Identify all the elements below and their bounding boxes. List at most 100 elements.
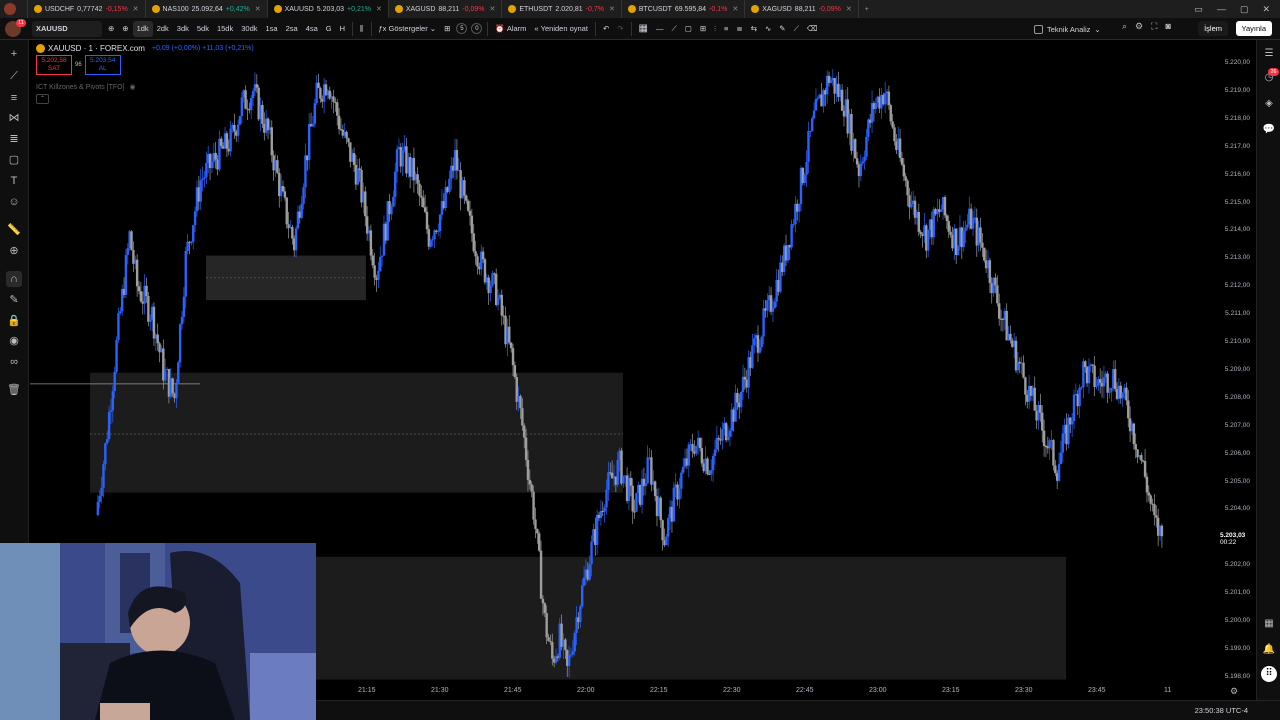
tab-xagusd[interactable]: XAGUSD 88,211 -0,09% ✕ <box>389 0 503 18</box>
chat-icon[interactable]: 💬 <box>1261 122 1277 138</box>
eye-icon[interactable]: ◉ <box>130 84 136 91</box>
tab-usdchf[interactable]: USDCHF 0,77742 -0,15% ✕ <box>28 0 146 18</box>
minimize-button[interactable]: — <box>1217 4 1226 14</box>
tab-xagusd[interactable]: XAGUSD 88,211 -0,09% ✕ <box>745 0 859 18</box>
fib-tool-icon[interactable]: ≡ <box>6 90 22 106</box>
candle-body <box>152 306 156 339</box>
maximize-button[interactable]: ▢ <box>1240 4 1249 15</box>
trend-line-icon[interactable]: ⟋ <box>668 18 681 40</box>
pitchfork-icon[interactable]: ≡ <box>720 18 732 40</box>
shapes-tool-icon[interactable]: ▢ <box>6 152 22 168</box>
interval-H[interactable]: H <box>336 18 349 40</box>
indicator-count-a[interactable]: 5 <box>456 23 468 34</box>
text-tool-icon[interactable]: T <box>6 173 22 189</box>
indicator-legend[interactable]: ICT Killzones & Pivots [TFO] ◉ <box>36 83 254 91</box>
candle-body <box>437 230 440 232</box>
layers-icon[interactable]: ◈ <box>1261 96 1277 112</box>
trash-icon[interactable]: 🗑 <box>6 382 22 398</box>
camera-icon[interactable]: ◙ <box>1165 21 1170 32</box>
undo-icon[interactable]: ↶ <box>599 18 613 40</box>
tab-btcusdt[interactable]: BTCUSDT 69.595,84 -0,1% ✕ <box>622 0 746 18</box>
forecast-tool-icon[interactable]: ≣ <box>6 131 22 147</box>
interval-5dk[interactable]: 5dk <box>193 18 213 40</box>
position-icon[interactable]: ⇆ <box>747 18 761 40</box>
close-tab-icon[interactable]: ✕ <box>376 5 382 13</box>
magnet-icon[interactable]: ∩ <box>6 271 22 287</box>
horizontal-line-icon[interactable]: — <box>652 18 668 40</box>
legend-title[interactable]: XAUUSD · 1 · FOREX.com <box>48 44 145 53</box>
close-tab-icon[interactable]: ✕ <box>609 5 615 13</box>
rectangle-icon[interactable]: ▢ <box>681 18 696 40</box>
compare-icon[interactable]: ⊕ <box>118 18 132 40</box>
interval-15dk[interactable]: 15dk <box>213 18 237 40</box>
eye-icon[interactable]: ◉ <box>6 333 22 349</box>
link-icon[interactable]: ∞ <box>6 354 22 370</box>
tech-analysis-toggle[interactable]: Teknik Analiz ⌄ <box>1034 18 1101 40</box>
redo-icon[interactable]: ↷ <box>613 18 627 40</box>
wave-icon[interactable]: ∿ <box>761 18 775 40</box>
fib-icon[interactable]: ≣ <box>732 18 746 40</box>
sell-button[interactable]: 5.202,58 SAT <box>36 55 72 75</box>
crosshair-icon[interactable]: + <box>6 46 22 62</box>
interval-1sa[interactable]: 1sa <box>262 18 282 40</box>
indicators-button[interactable]: ƒx Göstergeler ⌄ <box>375 18 441 40</box>
emoji-tool-icon[interactable]: ☺ <box>6 194 22 210</box>
interval-2dk[interactable]: 2dk <box>153 18 173 40</box>
brush-icon[interactable]: ✎ <box>775 18 789 40</box>
price-axis[interactable]: 5.220,00 5.219,00 5.218,00 5.217,00 5.216,00… <box>1214 41 1256 684</box>
buy-button[interactable]: 5.203,54 AL <box>84 55 121 75</box>
pattern-tool-icon[interactable]: ⋈ <box>6 110 22 126</box>
templates-icon[interactable]: ⊞ <box>440 18 454 40</box>
candle-body <box>672 487 676 522</box>
interval-G[interactable]: G <box>322 18 336 40</box>
fullscreen-icon[interactable]: ⛶ <box>1151 21 1157 32</box>
calendar-icon[interactable]: ▦ <box>1261 616 1277 632</box>
symbol-search[interactable]: XAUUSD <box>32 20 102 37</box>
gear-icon[interactable]: ⚙ <box>1135 21 1143 32</box>
collapse-legend-button[interactable]: ⌃ <box>36 94 49 104</box>
close-button[interactable]: ✕ <box>1262 4 1270 15</box>
candle-body <box>874 102 877 110</box>
tab-nas100[interactable]: NAS100 25.092,64 +0,42% ✕ <box>146 0 268 18</box>
settings-gear-icon[interactable]: ⚙ <box>1230 686 1238 697</box>
search-icon[interactable]: ⌕ <box>1122 21 1127 32</box>
close-tab-icon[interactable]: ✕ <box>255 5 261 13</box>
close-tab-icon[interactable]: ✕ <box>133 5 139 13</box>
path-icon[interactable]: ⟋ <box>790 18 803 40</box>
checkbox-icon[interactable] <box>1034 24 1043 34</box>
bell-icon[interactable]: 🔔 <box>1261 642 1277 658</box>
trend-line-tool-icon[interactable]: ⟋ <box>6 68 22 84</box>
tab-ethusdt[interactable]: ETHUSDT 2.020,81 -0,7% ✕ <box>502 0 622 18</box>
trade-button[interactable]: İşlem <box>1198 21 1228 36</box>
replay-button[interactable]: « Yeniden oynat <box>530 18 592 40</box>
alert-button[interactable]: ⏰ Alarm <box>491 18 530 40</box>
eraser-icon[interactable]: ⌫ <box>803 18 822 40</box>
candle-type-icon[interactable]: ⫼ <box>356 18 367 40</box>
tab-xauusd[interactable]: XAUUSD 5.203,03 +0,21% ✕ <box>267 0 389 18</box>
apps-grid-icon[interactable]: ⠿ <box>1261 666 1277 682</box>
interval-1dk[interactable]: 1dk <box>132 20 153 37</box>
interval-2sa[interactable]: 2sa <box>282 18 302 40</box>
close-tab-icon[interactable]: ✕ <box>732 5 738 13</box>
indicator-count-b[interactable]: 0 <box>471 23 483 34</box>
watchlist-icon[interactable]: ☰ <box>1261 46 1277 62</box>
timezone-clock[interactable]: 23:50:38 UTC-4 <box>1195 706 1248 715</box>
vertical-line-icon[interactable]: ⫶ <box>710 18 720 40</box>
close-tab-icon[interactable]: ✕ <box>489 5 495 13</box>
add-symbol-icon[interactable]: ⊕ <box>104 18 118 40</box>
grid-layout-icon[interactable]: ▦ <box>635 18 652 40</box>
interval-3dk[interactable]: 3dk <box>173 18 193 40</box>
lock-drawing-icon[interactable]: ✎ <box>6 292 22 308</box>
interval-4sa[interactable]: 4sa <box>302 18 322 40</box>
zoom-in-icon[interactable]: ⊕ <box>6 243 22 259</box>
publish-button[interactable]: Yayınla <box>1235 21 1272 36</box>
screen-icon[interactable]: ▭ <box>1194 4 1203 15</box>
app-logo[interactable] <box>0 0 28 18</box>
multi-layout-icon[interactable]: ⊞ <box>696 18 710 40</box>
interval-30dk[interactable]: 30dk <box>237 18 261 40</box>
close-tab-icon[interactable]: ✕ <box>846 5 852 13</box>
new-tab-button[interactable]: + <box>859 0 875 18</box>
ruler-icon[interactable]: 📏 <box>6 222 22 238</box>
lock-icon[interactable]: 🔒 <box>6 313 22 329</box>
candle-body <box>687 444 690 466</box>
